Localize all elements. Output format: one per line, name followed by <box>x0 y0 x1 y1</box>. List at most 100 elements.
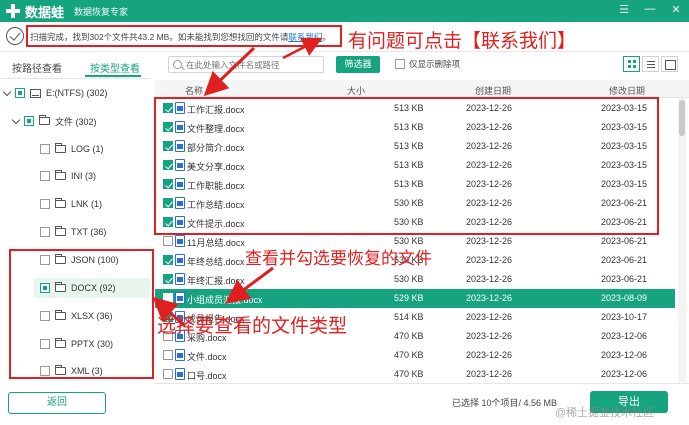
minimize-icon[interactable]: — <box>643 3 657 16</box>
watermark: @稀土掘金技术社区 <box>555 407 655 419</box>
table-row[interactable]: 口号.docx 470 KB 2023-12-26 2023-12-06 <box>155 365 675 384</box>
modified-date: 2023-06-21 <box>601 236 648 246</box>
only-deleted-label: 仅显示删除项 <box>409 59 461 69</box>
tab-by-type[interactable]: 按类型查看 <box>90 60 140 75</box>
search-input[interactable] <box>186 58 322 71</box>
header-name[interactable]: 名称 <box>185 84 203 97</box>
scan-complete-check-icon <box>6 27 24 45</box>
docx-file-icon <box>175 368 185 380</box>
menu-icon[interactable]: ☰ <box>617 3 631 16</box>
annotation-contact: 有问题可点击【联系我们】 <box>348 30 577 52</box>
table-row[interactable]: 文件.docx 470 KB 2023-12-26 2023-12-06 <box>155 346 675 365</box>
scrollbar-thumb[interactable] <box>679 100 685 136</box>
tree-item-label: LOG (1) <box>71 144 104 154</box>
app-name: 数据蛙 <box>25 4 65 20</box>
tree-checkbox[interactable] <box>15 88 25 98</box>
created-date: 2023-12-26 <box>466 331 513 341</box>
folder-icon <box>55 198 66 208</box>
file-size: 470 KB <box>394 369 424 379</box>
view-switcher <box>623 56 678 72</box>
docx-file-icon <box>175 349 185 361</box>
tree-drive[interactable]: E:(NTFS) (302) <box>3 86 108 100</box>
file-size: 529 KB <box>394 293 424 303</box>
file-size: 470 KB <box>394 350 424 360</box>
search-box[interactable] <box>168 56 324 73</box>
only-deleted-toggle[interactable]: 仅显示删除项 <box>395 58 460 70</box>
grid-view-icon[interactable] <box>623 56 640 72</box>
tree-item-log[interactable]: LOG (1) <box>40 142 104 156</box>
filter-button[interactable]: 筛选器 <box>336 56 380 73</box>
contact-us-link[interactable]: 联系我们 <box>288 32 322 42</box>
folder-icon <box>55 226 66 236</box>
tree-checkbox[interactable] <box>40 144 50 154</box>
title-bar: 数据蛙 数据恢复专家 ☰ — ✕ <box>0 0 689 22</box>
file-size: 514 KB <box>394 312 424 322</box>
tree-item-txt[interactable]: TXT (36) <box>40 225 106 239</box>
detail-view-icon[interactable] <box>661 56 678 72</box>
close-icon[interactable]: ✕ <box>669 3 683 16</box>
only-deleted-checkbox[interactable] <box>395 59 405 69</box>
docx-file-icon <box>175 235 185 247</box>
row-checkbox[interactable] <box>163 274 173 284</box>
annotation-select-files: 查看并勾选要恢复的文件 <box>245 249 432 269</box>
created-date: 2023-12-26 <box>466 369 513 379</box>
search-icon <box>173 60 182 69</box>
expand-arrow-icon[interactable] <box>12 117 20 125</box>
divider <box>155 383 689 384</box>
tree-drive-label: E:(NTFS) (302) <box>46 88 108 98</box>
header-size[interactable]: 大小 <box>347 84 365 97</box>
selection-count: 已选择 10个项目/ 4.56 MB <box>452 398 558 408</box>
docx-file-icon <box>175 254 185 266</box>
tree-item-label: TXT (36) <box>71 227 107 237</box>
list-view-icon[interactable] <box>642 56 659 72</box>
created-date: 2023-12-26 <box>466 312 513 322</box>
expand-arrow-icon[interactable] <box>3 89 11 97</box>
tree-folder[interactable]: 文件 (302) <box>12 114 97 128</box>
modified-date: 2023-12-06 <box>601 350 648 360</box>
modified-date: 2023-12-06 <box>601 331 648 341</box>
scrollbar[interactable] <box>678 98 686 382</box>
annotation-select-type: 选择要查看的文件类型 <box>157 315 348 337</box>
row-checkbox[interactable] <box>163 369 173 379</box>
created-date: 2023-12-26 <box>466 255 513 265</box>
app-logo: 数据蛙 <box>6 2 64 21</box>
folder-icon <box>55 170 66 180</box>
table-header: 名称 大小 创建日期 修改日期 <box>155 80 689 98</box>
modified-date: 2023-06-21 <box>601 274 648 284</box>
tab-by-path[interactable]: 按路径查看 <box>12 60 62 75</box>
file-size: 470 KB <box>394 331 424 341</box>
tree-item-lnk[interactable]: LNK (1) <box>40 197 102 211</box>
divider <box>0 78 150 79</box>
table-row[interactable]: 小组成员汇报.docx 529 KB 2023-12-26 2023-08-09 <box>155 289 675 308</box>
header-modified[interactable]: 修改日期 <box>609 84 645 97</box>
tree-checkbox[interactable] <box>40 227 50 237</box>
row-checkbox[interactable] <box>163 293 173 303</box>
tree-item-ini[interactable]: INI (3) <box>40 169 96 183</box>
tree-checkbox[interactable] <box>40 199 50 209</box>
table-row[interactable]: 年终汇报.docx 530 KB 2023-12-26 2023-06-21 <box>155 270 675 289</box>
modified-date: 2023-10-17 <box>601 312 648 322</box>
created-date: 2023-12-26 <box>466 293 513 303</box>
drive-icon <box>30 88 41 98</box>
file-name: 年终总结.docx <box>187 257 245 267</box>
tree-folder-label: 文件 (302) <box>55 116 97 127</box>
created-date: 2023-12-26 <box>466 350 513 360</box>
back-button[interactable]: 返回 <box>8 392 106 414</box>
app-subtitle: 数据恢复专家 <box>74 6 129 17</box>
header-created[interactable]: 创建日期 <box>475 84 511 97</box>
modified-date: 2023-08-09 <box>601 293 648 303</box>
docx-file-icon <box>175 273 185 285</box>
row-checkbox[interactable] <box>163 350 173 360</box>
scan-status-text: 扫描完成，找到302个文件共43.2 MB。如未能找到您想找回的文件请联系我们。 <box>30 31 331 43</box>
file-name: 文件.docx <box>187 352 227 362</box>
scan-status-message: 扫描完成，找到302个文件共43.2 MB。如未能找到您想找回的文件请 <box>30 32 289 42</box>
tree-checkbox[interactable] <box>24 116 34 126</box>
modified-date: 2023-12-06 <box>601 369 648 379</box>
folder-icon <box>39 115 50 125</box>
row-checkbox[interactable] <box>163 236 173 246</box>
file-size: 530 KB <box>394 274 424 284</box>
tree-checkbox[interactable] <box>40 171 50 181</box>
folder-icon <box>55 143 66 153</box>
created-date: 2023-12-26 <box>466 236 513 246</box>
row-checkbox[interactable] <box>163 255 173 265</box>
